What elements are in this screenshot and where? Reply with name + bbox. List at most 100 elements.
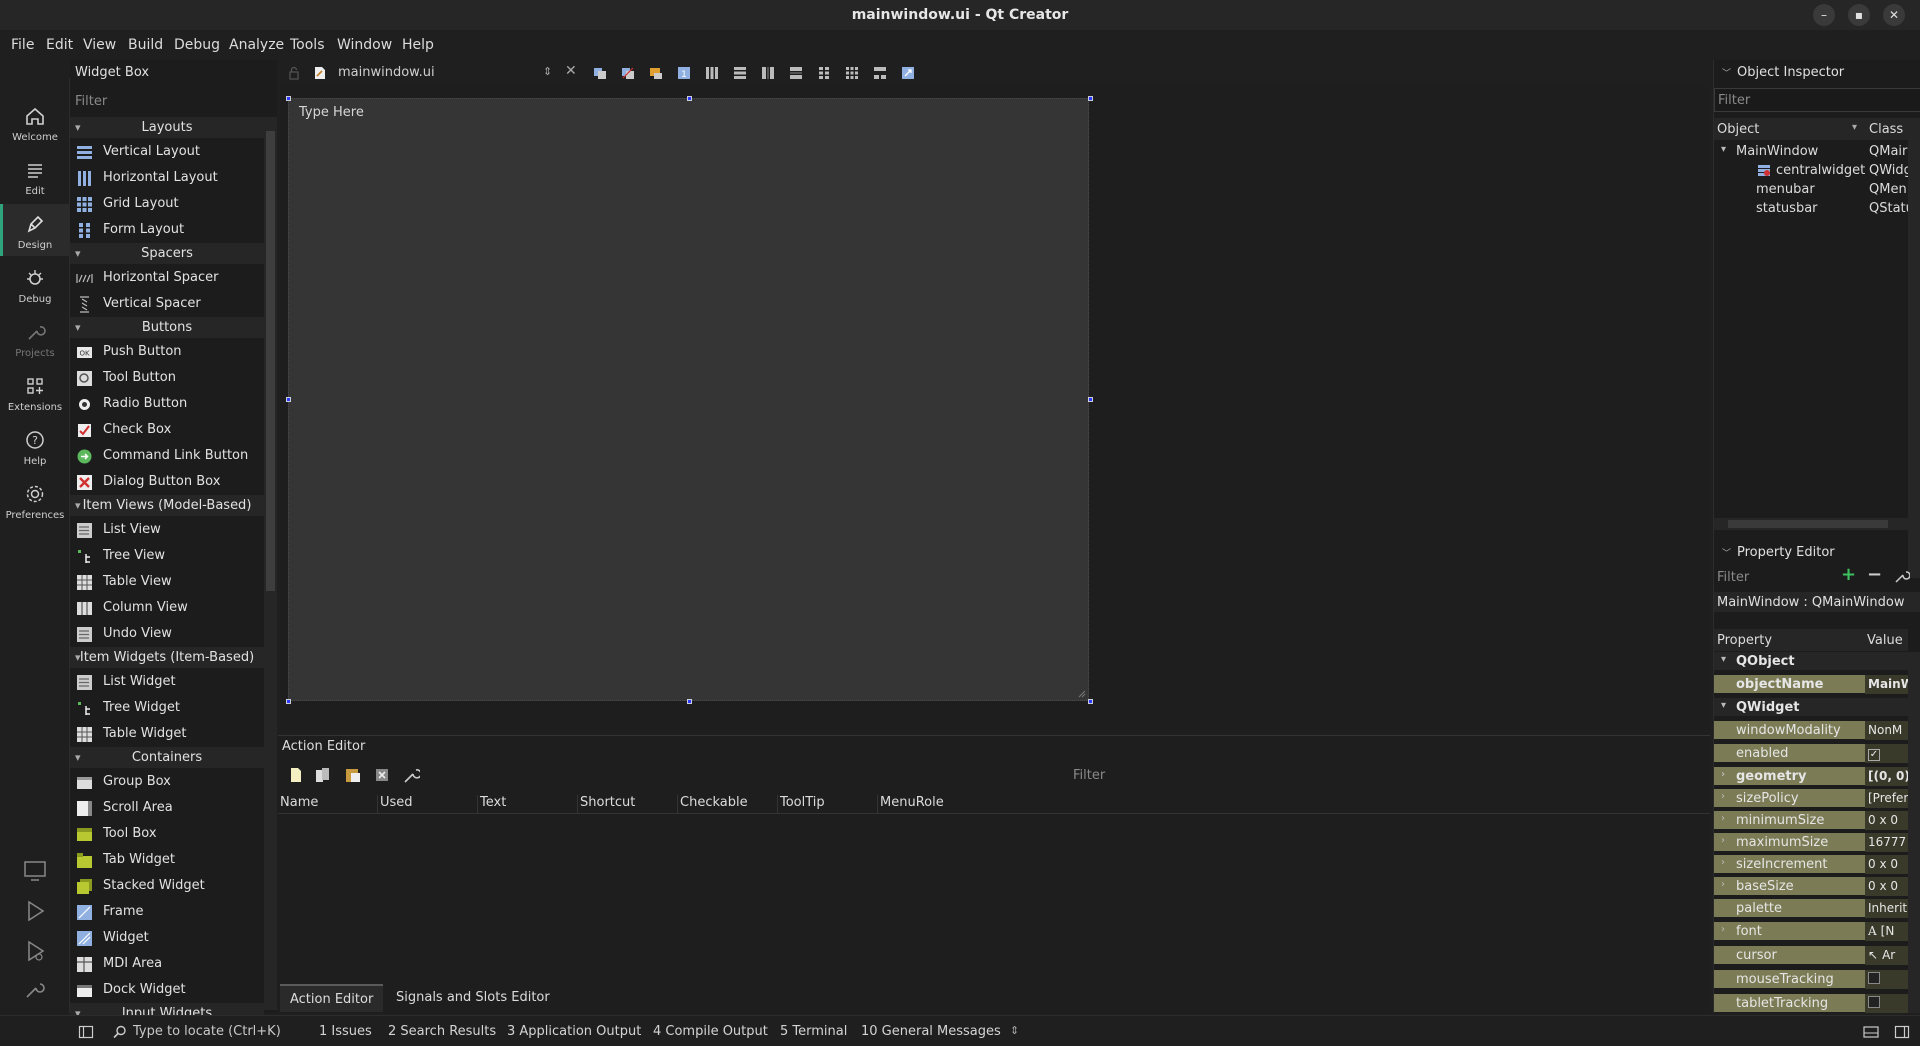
expand-arrow-icon[interactable]: ›: [1721, 879, 1725, 890]
menu-type-here[interactable]: Type Here: [299, 105, 364, 120]
property-objectname[interactable]: objectName MainW: [1714, 675, 1908, 694]
expand-arrow-icon[interactable]: ›: [1721, 924, 1725, 935]
selection-handle-right[interactable]: [1088, 397, 1093, 402]
delete-action-icon[interactable]: [374, 767, 390, 783]
mode-edit[interactable]: Edit: [0, 150, 70, 202]
category-buttons[interactable]: Buttons: [70, 317, 264, 339]
property-group-qobject[interactable]: ▾ QObject: [1714, 652, 1908, 671]
monitor-icon[interactable]: [22, 858, 48, 884]
column-class[interactable]: Class: [1869, 122, 1903, 137]
main-window-form[interactable]: Type Here: [288, 98, 1089, 701]
object-row-centralwidget[interactable]: centralwidget QWidg: [1714, 161, 1908, 180]
widget-vertical-spacer[interactable]: Vertical Spacer: [70, 291, 264, 317]
widget-check-box[interactable]: Check Box: [70, 417, 264, 443]
configure-properties-icon[interactable]: [1894, 568, 1910, 584]
menu-file[interactable]: File: [11, 37, 34, 53]
break-layout-icon[interactable]: [872, 65, 888, 81]
paste-action-icon[interactable]: [344, 767, 362, 783]
property-basesize[interactable]: › baseSize 0 x 0: [1714, 877, 1908, 896]
close-document-icon[interactable]: ✕: [565, 63, 577, 79]
column-checkable[interactable]: Checkable: [680, 795, 778, 813]
mousetracking-checkbox[interactable]: [1868, 972, 1880, 984]
new-action-icon[interactable]: [288, 767, 304, 783]
column-text[interactable]: Text: [480, 795, 578, 813]
widget-tab-widget[interactable]: Tab Widget: [70, 847, 264, 873]
expand-arrow-icon[interactable]: ▾: [1721, 144, 1726, 155]
category-layouts[interactable]: Layouts: [70, 117, 264, 139]
output-pane-icon[interactable]: [1862, 1024, 1880, 1040]
expand-arrow-icon[interactable]: ›: [1721, 857, 1725, 868]
mode-extensions[interactable]: Extensions: [0, 366, 70, 418]
layout-vertical-splitter-icon[interactable]: [788, 65, 804, 81]
layout-grid-icon[interactable]: [844, 65, 860, 81]
layout-vertical-icon[interactable]: [732, 65, 748, 81]
document-dropdown-icon[interactable]: ⇕: [543, 65, 552, 78]
property-cursor[interactable]: cursor ↖ Ar: [1714, 946, 1908, 965]
category-item-widgets[interactable]: Item Widgets (Item-Based): [70, 647, 264, 669]
widget-group-box[interactable]: Group Box: [70, 769, 264, 795]
column-object[interactable]: Object: [1717, 122, 1759, 137]
widget-form-layout[interactable]: Form Layout: [70, 217, 264, 243]
action-filter-input[interactable]: Filter: [1073, 768, 1703, 783]
form-editor-canvas[interactable]: Type Here: [280, 86, 1710, 730]
widget-table-widget[interactable]: Table Widget: [70, 721, 264, 747]
menu-view[interactable]: View: [83, 37, 116, 53]
run-icon[interactable]: [22, 898, 48, 924]
menu-build[interactable]: Build: [128, 37, 163, 53]
object-inspector-hscroll[interactable]: [1714, 518, 1908, 530]
selection-handle-top[interactable]: [687, 96, 692, 101]
menu-help[interactable]: Help: [402, 37, 434, 53]
property-enabled[interactable]: enabled ✓: [1714, 744, 1908, 763]
mode-design[interactable]: Design: [0, 204, 70, 256]
more-panes-icon[interactable]: ⇕: [1010, 1024, 1019, 1037]
resize-grip-icon[interactable]: [1076, 688, 1086, 698]
property-sizepolicy[interactable]: › sizePolicy [Prefer: [1714, 789, 1908, 808]
property-font[interactable]: › font A [N: [1714, 922, 1908, 941]
remove-property-icon[interactable]: −: [1867, 564, 1882, 585]
mode-debug[interactable]: Debug: [0, 258, 70, 310]
mode-preferences[interactable]: Preferences: [0, 474, 70, 526]
open-document-name[interactable]: mainwindow.ui: [338, 65, 435, 80]
column-shortcut[interactable]: Shortcut: [580, 795, 678, 813]
scrollbar-thumb[interactable]: [266, 131, 275, 591]
enabled-checkbox[interactable]: ✓: [1868, 749, 1880, 761]
widget-command-link-button[interactable]: Command Link Button: [70, 443, 264, 469]
property-mousetracking[interactable]: mouseTracking: [1714, 970, 1908, 989]
column-property[interactable]: Property: [1717, 633, 1772, 648]
category-item-views[interactable]: Item Views (Model-Based): [70, 495, 264, 517]
toggle-sidebar-icon[interactable]: [78, 1024, 94, 1040]
widget-box-filter[interactable]: Filter: [70, 90, 277, 114]
selection-handle-left[interactable]: [286, 397, 291, 402]
widget-tree-widget[interactable]: Tree Widget: [70, 695, 264, 721]
expand-arrow-icon[interactable]: ›: [1721, 769, 1725, 780]
pane-general-messages[interactable]: 10 General Messages: [861, 1024, 1001, 1039]
column-name[interactable]: Name: [280, 795, 378, 813]
property-minimumsize[interactable]: › minimumSize 0 x 0: [1714, 811, 1908, 830]
locator-input[interactable]: Type to locate (Ctrl+K): [133, 1024, 281, 1039]
object-inspector-title[interactable]: Object Inspector: [1714, 60, 1920, 86]
widget-mdi-area[interactable]: MDI Area: [70, 951, 264, 977]
widget-dock-widget[interactable]: Dock Widget: [70, 977, 264, 1003]
property-filter-input[interactable]: Filter: [1714, 566, 1920, 590]
menu-analyze[interactable]: Analyze: [229, 37, 284, 53]
widget-undo-view[interactable]: Undo View: [70, 621, 264, 647]
category-spacers[interactable]: Spacers: [70, 243, 264, 265]
property-geometry[interactable]: ›geometry[(0, 0),: [1714, 767, 1908, 786]
mode-help[interactable]: ? Help: [0, 420, 70, 472]
close-button[interactable]: ✕: [1883, 4, 1905, 26]
property-palette[interactable]: palette Inherit: [1714, 899, 1908, 918]
object-row-statusbar[interactable]: statusbar QStatu: [1714, 199, 1908, 218]
widget-tool-box[interactable]: Tool Box: [70, 821, 264, 847]
widget-scroll-area[interactable]: Scroll Area: [70, 795, 264, 821]
object-row-mainwindow[interactable]: ▾ MainWindow QMair: [1714, 142, 1908, 161]
widget-box-scrollbar[interactable]: [264, 117, 277, 1010]
expand-arrow-icon[interactable]: ›: [1721, 835, 1725, 846]
expand-arrow-icon[interactable]: ▾: [1721, 700, 1726, 711]
property-group-qwidget[interactable]: ▾ QWidget: [1714, 698, 1908, 717]
object-inspector-vscroll[interactable]: [1908, 118, 1920, 578]
pane-search-results[interactable]: 2 Search Results: [388, 1024, 496, 1039]
copy-action-icon[interactable]: [314, 767, 332, 783]
toggle-right-sidebar-icon[interactable]: [1894, 1024, 1910, 1040]
column-menurole[interactable]: MenuRole: [880, 795, 978, 813]
selection-handle-top-left[interactable]: [286, 96, 291, 101]
